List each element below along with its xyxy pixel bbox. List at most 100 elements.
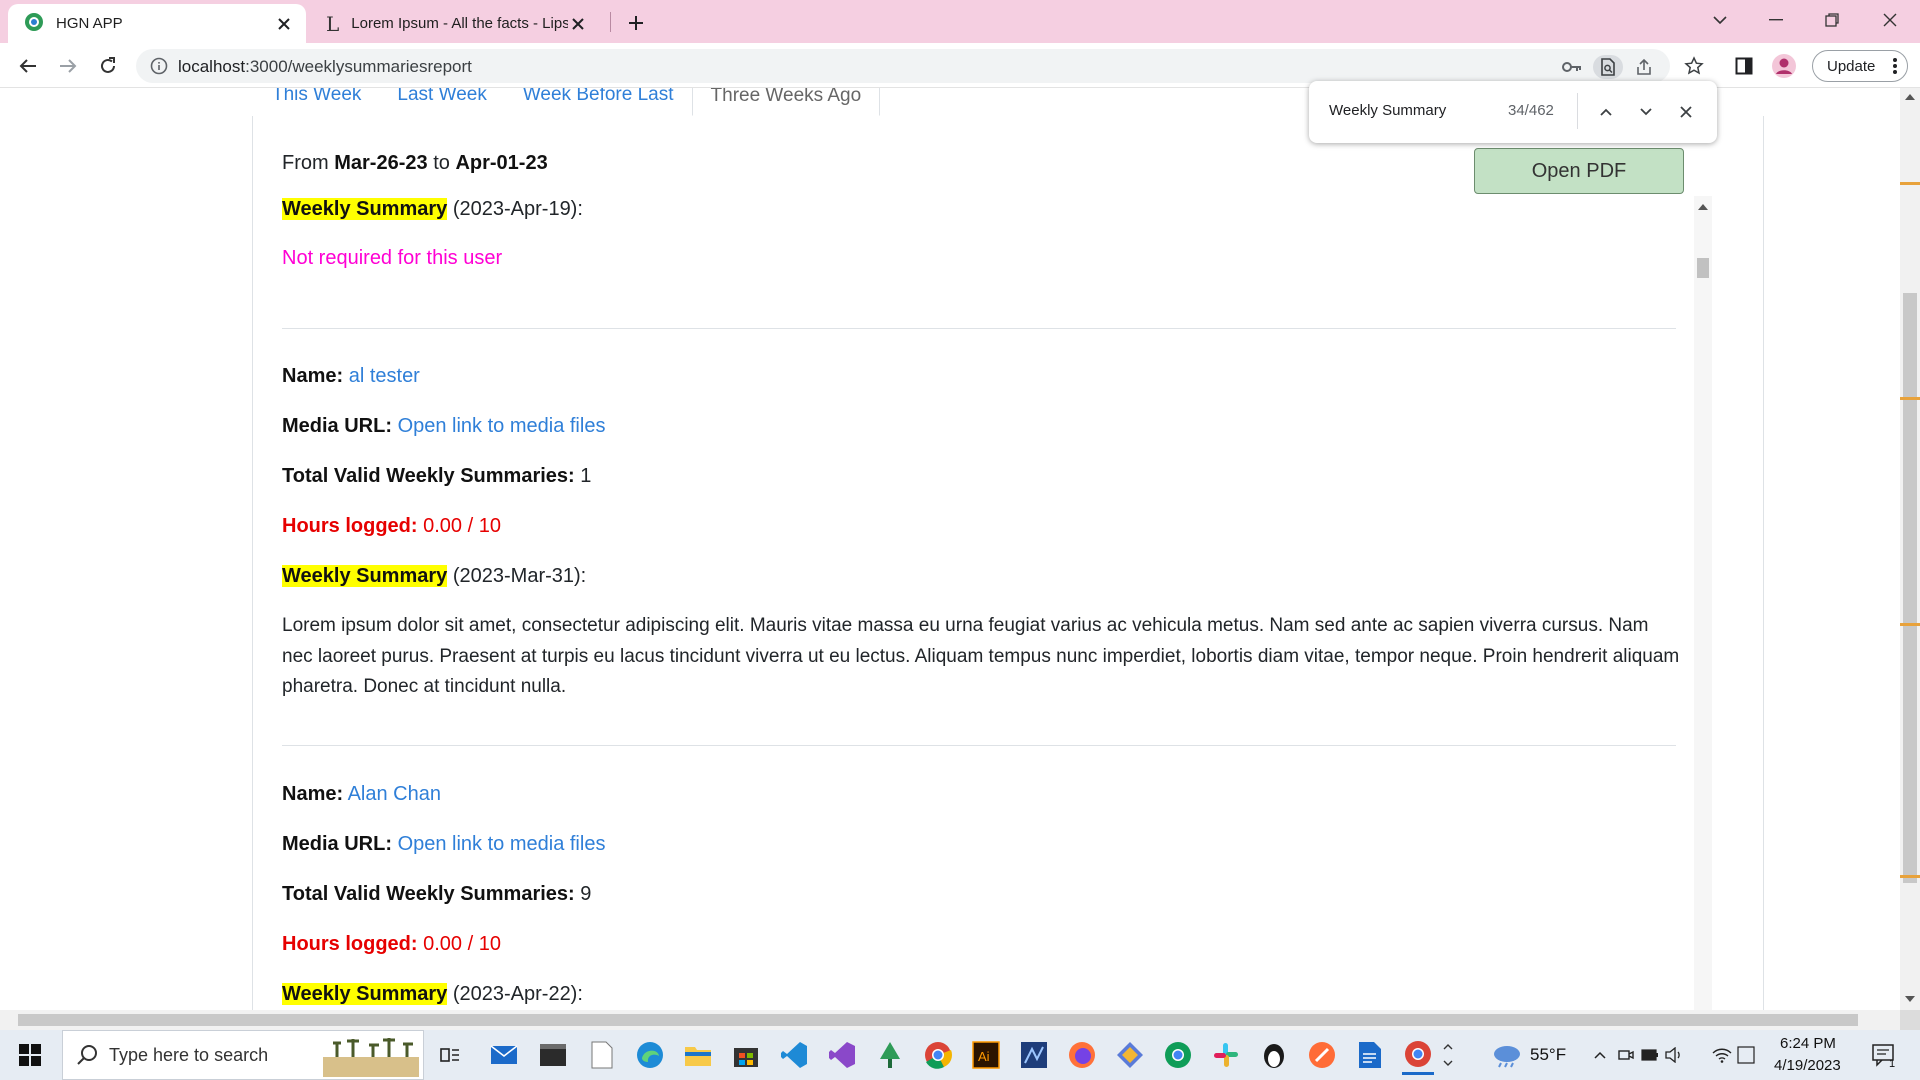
sourcetree-icon[interactable] [874, 1039, 906, 1071]
report-scrollbar[interactable] [1694, 196, 1712, 1010]
forward-button[interactable] [52, 50, 84, 82]
language-ime-icon[interactable] [1736, 1039, 1756, 1071]
horizontal-scroll-thumb[interactable] [18, 1014, 1858, 1026]
task-view-icon[interactable] [434, 1039, 466, 1071]
weekly-summary-heading: Weekly Summary (2023-Apr-22): [282, 983, 583, 1005]
media-url-row: Media URL: Open link to media files [282, 833, 606, 855]
divider [282, 328, 1676, 329]
tab-separator [610, 12, 611, 32]
clock-date[interactable]: 4/19/2023 [1774, 1057, 1841, 1074]
notification-count-badge: 1 [1889, 1058, 1896, 1070]
find-in-page-icon[interactable] [1593, 55, 1623, 79]
profile-avatar-icon[interactable] [1768, 50, 1800, 82]
report-scroll-thumb[interactable] [1697, 258, 1709, 278]
scroll-down-arrow-icon[interactable] [1905, 996, 1915, 1002]
find-match-marker [1900, 623, 1920, 626]
page-scroll-thumb[interactable] [1903, 293, 1917, 883]
tab-title: Lorem Ipsum - All the facts - Lipsum [351, 15, 568, 32]
site-info-icon[interactable] [150, 57, 168, 80]
mail-icon[interactable] [488, 1039, 520, 1071]
find-close-icon[interactable] [1674, 100, 1698, 124]
svg-text:Ai: Ai [978, 1049, 990, 1064]
share-icon[interactable] [1632, 55, 1656, 79]
taskbar-search-box[interactable]: Type here to search [62, 1030, 424, 1080]
vscode-icon[interactable] [778, 1039, 810, 1071]
slack-icon[interactable] [1210, 1039, 1242, 1071]
search-highlight-icon[interactable] [323, 1035, 419, 1080]
volume-icon[interactable] [1664, 1039, 1684, 1071]
scroll-up-arrow-icon[interactable] [1698, 204, 1708, 210]
find-input[interactable]: Weekly Summary [1329, 102, 1446, 119]
password-key-icon[interactable] [1560, 55, 1584, 79]
store-icon[interactable] [730, 1039, 762, 1071]
meet-now-icon[interactable] [1616, 1039, 1636, 1071]
scroll-up-arrow-icon[interactable] [1905, 94, 1915, 100]
terminal-icon[interactable] [537, 1039, 569, 1071]
hours-logged-row: Hours logged: 0.00 / 10 [282, 515, 501, 537]
tab-title: HGN APP [56, 15, 123, 32]
tab-hgn-app[interactable]: HGN APP [8, 4, 306, 43]
hgn-favicon-icon [24, 12, 44, 36]
file-explorer-icon[interactable] [682, 1039, 714, 1071]
weather-cloud-icon[interactable] [1490, 1039, 1524, 1071]
date-range: From Mar-26-23 to Apr-01-23 [282, 152, 548, 174]
tab-week-before-last[interactable]: Week Before Last [505, 88, 692, 116]
reload-button[interactable] [92, 50, 124, 82]
windows-start-icon[interactable] [14, 1039, 46, 1071]
back-button[interactable] [12, 50, 44, 82]
page-horizontal-scrollbar[interactable] [0, 1010, 1900, 1030]
penguin-app-icon[interactable] [1258, 1039, 1290, 1071]
chrome-active-icon[interactable] [1402, 1035, 1434, 1075]
find-previous-icon[interactable] [1594, 100, 1618, 124]
user-name-link[interactable]: Alan Chan [348, 783, 441, 805]
close-window-button[interactable] [1862, 0, 1918, 40]
edge-browser-icon[interactable] [634, 1039, 666, 1071]
notepad-file-icon[interactable] [586, 1039, 618, 1071]
address-bar[interactable]: localhost:3000/weeklysummariesreport [136, 49, 1670, 83]
tab-lorem-ipsum[interactable]: L Lorem Ipsum - All the facts - Lipsum [316, 4, 600, 43]
side-panel-icon[interactable] [1728, 50, 1760, 82]
taskbar-overflow-icon[interactable] [1440, 1039, 1456, 1071]
battery-icon[interactable] [1640, 1039, 1660, 1071]
find-next-icon[interactable] [1634, 100, 1658, 124]
bookmark-star-icon[interactable] [1678, 50, 1710, 82]
chrome-icon[interactable] [922, 1039, 954, 1071]
user-name-link[interactable]: al tester [349, 365, 420, 387]
document-viewer-icon[interactable] [1354, 1039, 1386, 1071]
postman-icon[interactable] [1306, 1039, 1338, 1071]
tab-last-week[interactable]: Last Week [379, 88, 504, 116]
new-tab-button[interactable] [622, 9, 650, 37]
tab-search-chevron-icon[interactable] [1692, 0, 1748, 40]
notifications-icon[interactable] [1868, 1039, 1900, 1071]
find-match-marker [1900, 397, 1920, 400]
visual-studio-icon[interactable] [826, 1039, 858, 1071]
hours-logged-row: Hours logged: 0.00 / 10 [282, 933, 501, 955]
show-hidden-icons-chevron-icon[interactable] [1590, 1039, 1610, 1071]
more-menu-icon[interactable] [1893, 57, 1897, 79]
media-files-link[interactable]: Open link to media files [398, 415, 606, 437]
app-blue-icon[interactable] [1018, 1039, 1050, 1071]
tab-this-week[interactable]: This Week [252, 88, 379, 116]
find-match-count: 34/462 [1508, 102, 1554, 119]
find-match-marker [1900, 875, 1920, 878]
close-tab-icon[interactable] [568, 14, 588, 34]
find-divider [1577, 93, 1578, 129]
update-button[interactable]: Update [1812, 50, 1908, 82]
firefox-icon[interactable] [1066, 1039, 1098, 1071]
restore-button[interactable] [1804, 0, 1860, 40]
minimize-button[interactable] [1748, 0, 1804, 40]
total-valid-summaries-row: Total Valid Weekly Summaries: 9 [282, 883, 592, 905]
illustrator-icon[interactable]: Ai [970, 1039, 1002, 1071]
close-tab-icon[interactable] [274, 14, 294, 34]
chrome-profile-icon[interactable] [1162, 1039, 1194, 1071]
tab-three-weeks-ago[interactable]: Three Weeks Ago [691, 88, 881, 116]
wifi-icon[interactable] [1712, 1039, 1732, 1071]
weather-temperature[interactable]: 55°F [1530, 1045, 1566, 1065]
clock-time[interactable]: 6:24 PM [1780, 1035, 1836, 1052]
windows-taskbar: Type here to search Ai 55°F 6:24 PM 4/19… [0, 1030, 1920, 1080]
page-vertical-scrollbar[interactable] [1900, 88, 1920, 1010]
git-client-icon[interactable] [1114, 1039, 1146, 1071]
open-pdf-button[interactable]: Open PDF [1474, 148, 1684, 194]
media-files-link[interactable]: Open link to media files [398, 833, 606, 855]
url-text[interactable]: localhost:3000/weeklysummariesreport [178, 57, 472, 77]
